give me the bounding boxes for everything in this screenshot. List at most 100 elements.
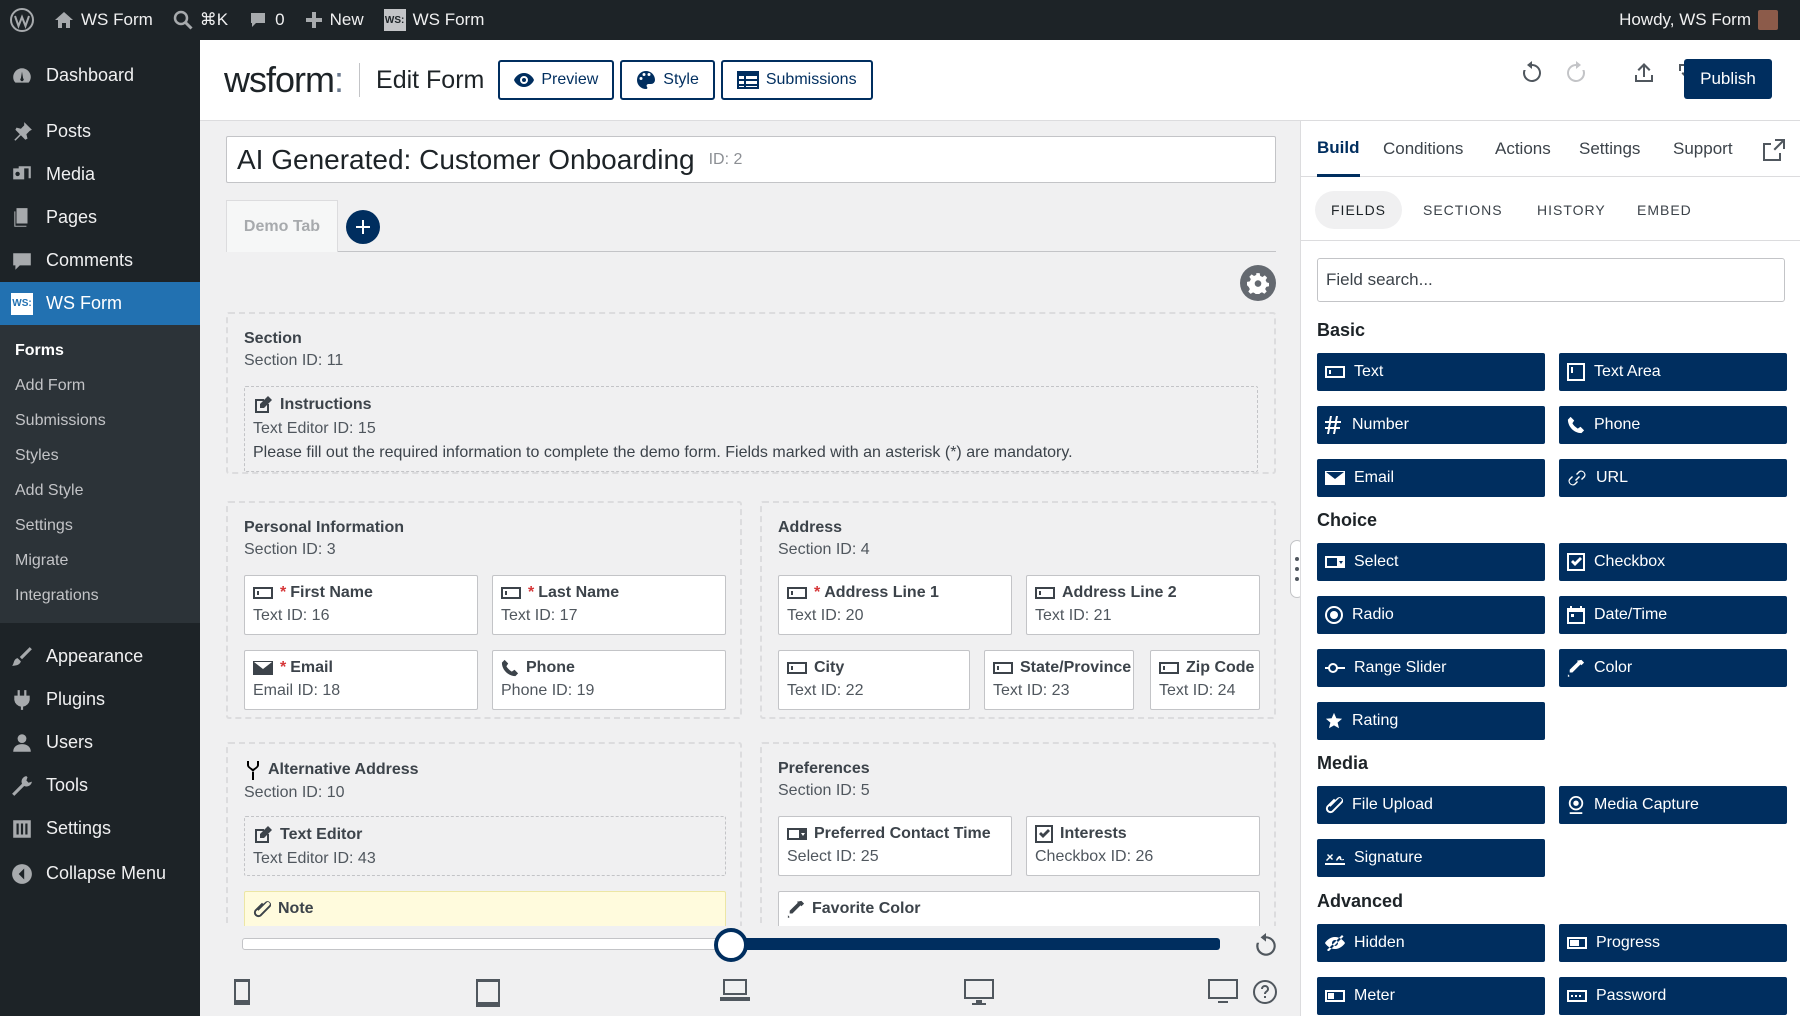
site-name-link[interactable]: WS Form: [44, 0, 163, 40]
tablet-icon[interactable]: [476, 979, 500, 1007]
field-city[interactable]: City Text ID: 22: [778, 650, 970, 710]
menu-users[interactable]: Users: [0, 721, 200, 764]
field-button-text-area[interactable]: Text Area: [1559, 353, 1787, 391]
my-account[interactable]: Howdy, WS Form: [1609, 0, 1788, 40]
subtab-fields[interactable]: FIELDS: [1315, 191, 1403, 229]
breakpoint-slider-thumb[interactable]: [714, 928, 748, 962]
tab-build[interactable]: Build: [1317, 121, 1360, 177]
section-alternative-address[interactable]: Alternative Address Section ID: 10 Text …: [226, 742, 742, 926]
field-button-range-slider[interactable]: Range Slider: [1317, 649, 1545, 687]
submenu-forms[interactable]: Forms: [0, 333, 200, 368]
command-search[interactable]: ⌘K: [163, 0, 238, 40]
subtab-sections[interactable]: SECTIONS: [1423, 191, 1503, 229]
field-address-line-2[interactable]: Address Line 2 Text ID: 21: [1026, 575, 1260, 635]
laptop-icon[interactable]: [720, 979, 750, 1001]
publish-button[interactable]: Publish: [1684, 59, 1772, 99]
field-button-phone[interactable]: Phone: [1559, 406, 1787, 444]
field-button-datetime[interactable]: Date/Time: [1559, 596, 1787, 634]
form-name-input[interactable]: AI Generated: Customer Onboarding ID: 2: [226, 136, 1276, 183]
field-interests[interactable]: Interests Checkbox ID: 26: [1026, 816, 1260, 876]
field-text-editor[interactable]: Text Editor Text Editor ID: 43: [244, 816, 726, 876]
menu-media[interactable]: Media: [0, 153, 200, 196]
field-button-text[interactable]: Text: [1317, 353, 1545, 391]
section-preferences[interactable]: Preferences Section ID: 5 Preferred Cont…: [760, 742, 1276, 926]
field-preferred-contact-time[interactable]: Preferred Contact Time Select ID: 25: [778, 816, 1012, 876]
field-email[interactable]: * Email Email ID: 18: [244, 650, 478, 710]
field-first-name[interactable]: * First Name Text ID: 16: [244, 575, 478, 635]
field-button-meter[interactable]: Meter: [1317, 977, 1545, 1015]
style-button[interactable]: Style: [620, 60, 715, 100]
field-button-email[interactable]: Email: [1317, 459, 1545, 497]
field-button-file-upload[interactable]: File Upload: [1317, 786, 1545, 824]
field-button-label: Select: [1354, 553, 1399, 570]
add-tab-button[interactable]: [346, 210, 380, 244]
tab-settings[interactable]: Settings: [1579, 121, 1640, 177]
comments-link[interactable]: 0: [238, 0, 294, 40]
field-phone[interactable]: Phone Phone ID: 19: [492, 650, 726, 710]
tab-conditions[interactable]: Conditions: [1383, 121, 1463, 177]
field-button-radio[interactable]: Radio: [1317, 596, 1545, 634]
menu-dashboard[interactable]: Dashboard: [0, 54, 200, 97]
wsform-adminbar-link[interactable]: WS: WS Form: [374, 0, 495, 40]
submenu-styles[interactable]: Styles: [0, 438, 200, 473]
section-personal-information[interactable]: Personal Information Section ID: 3 * Firs…: [226, 501, 742, 719]
submenu-settings[interactable]: Settings: [0, 508, 200, 543]
desktop-icon[interactable]: [964, 979, 994, 1005]
field-button-number[interactable]: Number: [1317, 406, 1545, 444]
redo-icon[interactable]: [1564, 61, 1588, 85]
field-button-password[interactable]: Password: [1559, 977, 1787, 1015]
field-favorite-color[interactable]: Favorite Color: [778, 891, 1260, 926]
breakpoint-slider-track[interactable]: [242, 938, 722, 950]
section-address[interactable]: Address Section ID: 4 * Address Line 1 Te…: [760, 501, 1276, 719]
field-button-color[interactable]: Color: [1559, 649, 1787, 687]
expand-icon[interactable]: [1763, 139, 1785, 161]
field-button-signature[interactable]: Signature: [1317, 839, 1545, 877]
field-button-rating[interactable]: Rating: [1317, 702, 1545, 740]
wordpress-logo-icon[interactable]: [0, 0, 44, 40]
menu-tools[interactable]: Tools: [0, 764, 200, 807]
field-button-checkbox[interactable]: Checkbox: [1559, 543, 1787, 581]
field-note[interactable]: Note: [244, 891, 726, 926]
submenu-add-form[interactable]: Add Form: [0, 368, 200, 403]
preview-button[interactable]: Preview: [498, 60, 615, 100]
help-icon[interactable]: [1252, 979, 1278, 1005]
submenu-add-style[interactable]: Add Style: [0, 473, 200, 508]
menu-wsform[interactable]: WS: WS Form: [0, 282, 200, 325]
upload-icon[interactable]: [1632, 61, 1656, 85]
field-zip-code[interactable]: Zip Code Text ID: 24: [1150, 650, 1260, 710]
tab-demo[interactable]: Demo Tab: [226, 200, 338, 252]
field-button-media-capture[interactable]: Media Capture: [1559, 786, 1787, 824]
field-button-hidden[interactable]: Hidden: [1317, 924, 1545, 962]
tab-actions[interactable]: Actions: [1495, 121, 1551, 177]
field-last-name[interactable]: * Last Name Text ID: 17: [492, 575, 726, 635]
subtab-embed[interactable]: EMBED: [1637, 191, 1692, 229]
menu-posts[interactable]: Posts: [0, 110, 200, 153]
field-button-url[interactable]: URL: [1559, 459, 1787, 497]
collapse-menu-button[interactable]: Collapse Menu: [0, 852, 200, 895]
mobile-icon[interactable]: [234, 979, 250, 1005]
large-screen-icon[interactable]: [1208, 979, 1238, 1003]
tab-support[interactable]: Support: [1673, 121, 1733, 177]
subtab-history[interactable]: HISTORY: [1537, 191, 1606, 229]
undo-history-icon[interactable]: [1520, 61, 1544, 85]
field-address-line-1[interactable]: * Address Line 1 Text ID: 20: [778, 575, 1012, 635]
menu-appearance[interactable]: Appearance: [0, 635, 200, 678]
field-instructions[interactable]: Instructions Text Editor ID: 15 Please f…: [244, 386, 1258, 472]
submenu-submissions[interactable]: Submissions: [0, 403, 200, 438]
reset-icon[interactable]: [1253, 933, 1279, 959]
submenu-integrations[interactable]: Integrations: [0, 578, 200, 613]
menu-settings[interactable]: Settings: [0, 807, 200, 850]
section-11[interactable]: Section Section ID: 11 Instructions Text…: [226, 312, 1276, 474]
required-asterisk: *: [280, 659, 287, 676]
menu-pages[interactable]: Pages: [0, 196, 200, 239]
field-state-province[interactable]: State/Province Text ID: 23: [984, 650, 1134, 710]
field-button-select[interactable]: Select: [1317, 543, 1545, 581]
submissions-button[interactable]: Submissions: [720, 60, 873, 100]
new-content-link[interactable]: New: [295, 0, 374, 40]
field-search-input[interactable]: [1317, 258, 1785, 302]
submenu-migrate[interactable]: Migrate: [0, 543, 200, 578]
form-settings-gear-icon[interactable]: [1240, 265, 1276, 301]
field-button-progress[interactable]: Progress: [1559, 924, 1787, 962]
menu-plugins[interactable]: Plugins: [0, 678, 200, 721]
menu-comments[interactable]: Comments: [0, 239, 200, 282]
